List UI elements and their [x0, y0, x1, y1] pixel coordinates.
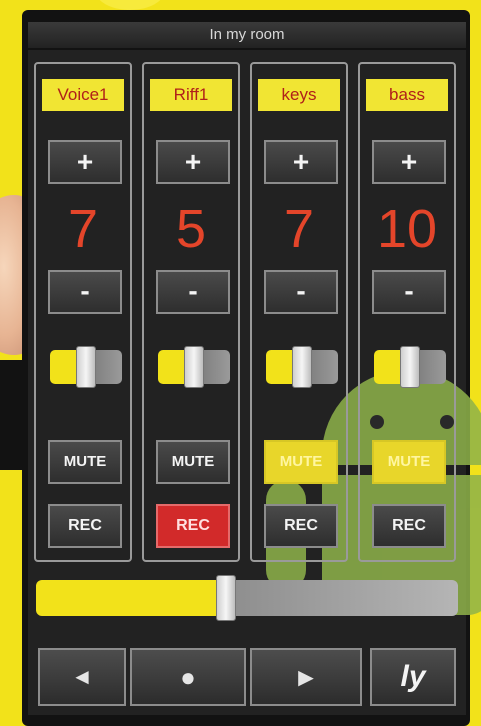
- toggle-knob[interactable]: [292, 346, 312, 388]
- volume-up-button[interactable]: +: [372, 140, 446, 184]
- channel-name[interactable]: keys: [258, 79, 340, 111]
- play-icon: ►: [293, 662, 319, 692]
- channel-name[interactable]: Riff1: [150, 79, 232, 111]
- volume-value: 10: [376, 199, 438, 259]
- mute-button[interactable]: MUTE: [372, 440, 446, 484]
- volume-up-button[interactable]: +: [264, 140, 338, 184]
- channel-toggle[interactable]: [266, 346, 338, 388]
- record-icon: ●: [180, 662, 196, 692]
- volume-down-button[interactable]: -: [48, 270, 122, 314]
- record-button[interactable]: REC: [48, 504, 122, 548]
- channel-name[interactable]: Voice1: [42, 79, 124, 111]
- channel-strip-panel: Voice1 + 7 - MUTE REC Riff1 + 5 - MUTE R…: [34, 62, 462, 562]
- play-button[interactable]: ►: [250, 648, 362, 706]
- record-transport-button[interactable]: ●: [130, 648, 246, 706]
- record-button[interactable]: REC: [264, 504, 338, 548]
- master-volume-slider[interactable]: [36, 575, 458, 621]
- channel-name[interactable]: bass: [366, 79, 448, 111]
- mute-button[interactable]: MUTE: [48, 440, 122, 484]
- volume-value: 7: [283, 199, 315, 259]
- slider-thumb[interactable]: [215, 575, 236, 621]
- volume-down-button[interactable]: -: [156, 270, 230, 314]
- channel-toggle[interactable]: [374, 346, 446, 388]
- toggle-knob[interactable]: [76, 346, 96, 388]
- background-decoration: [95, 0, 165, 10]
- app-logo-button[interactable]: ly: [370, 648, 456, 706]
- volume-value: 7: [67, 199, 99, 259]
- volume-up-button[interactable]: +: [156, 140, 230, 184]
- channel-strip: bass + 10 - MUTE REC: [358, 62, 456, 562]
- mute-button[interactable]: MUTE: [156, 440, 230, 484]
- record-button[interactable]: REC: [156, 504, 230, 548]
- record-button[interactable]: REC: [372, 504, 446, 548]
- volume-down-button[interactable]: -: [372, 270, 446, 314]
- channel-strip: keys + 7 - MUTE REC: [250, 62, 348, 562]
- channel-toggle[interactable]: [158, 346, 230, 388]
- skip-back-icon: ◄: [71, 664, 93, 689]
- channel-strip: Riff1 + 5 - MUTE REC: [142, 62, 240, 562]
- skip-back-button[interactable]: ◄: [38, 648, 126, 706]
- channel-toggle[interactable]: [50, 346, 122, 388]
- transport-bar: ◄ ● ► ly: [38, 648, 458, 708]
- mute-button[interactable]: MUTE: [264, 440, 338, 484]
- volume-down-button[interactable]: -: [264, 270, 338, 314]
- volume-value: 5: [175, 199, 207, 259]
- toggle-knob[interactable]: [400, 346, 420, 388]
- background-stripe: [0, 360, 22, 470]
- window-title: In my room: [28, 22, 466, 48]
- volume-up-button[interactable]: +: [48, 140, 122, 184]
- channel-strip: Voice1 + 7 - MUTE REC: [34, 62, 132, 562]
- app-logo: ly: [400, 660, 426, 693]
- toggle-knob[interactable]: [184, 346, 204, 388]
